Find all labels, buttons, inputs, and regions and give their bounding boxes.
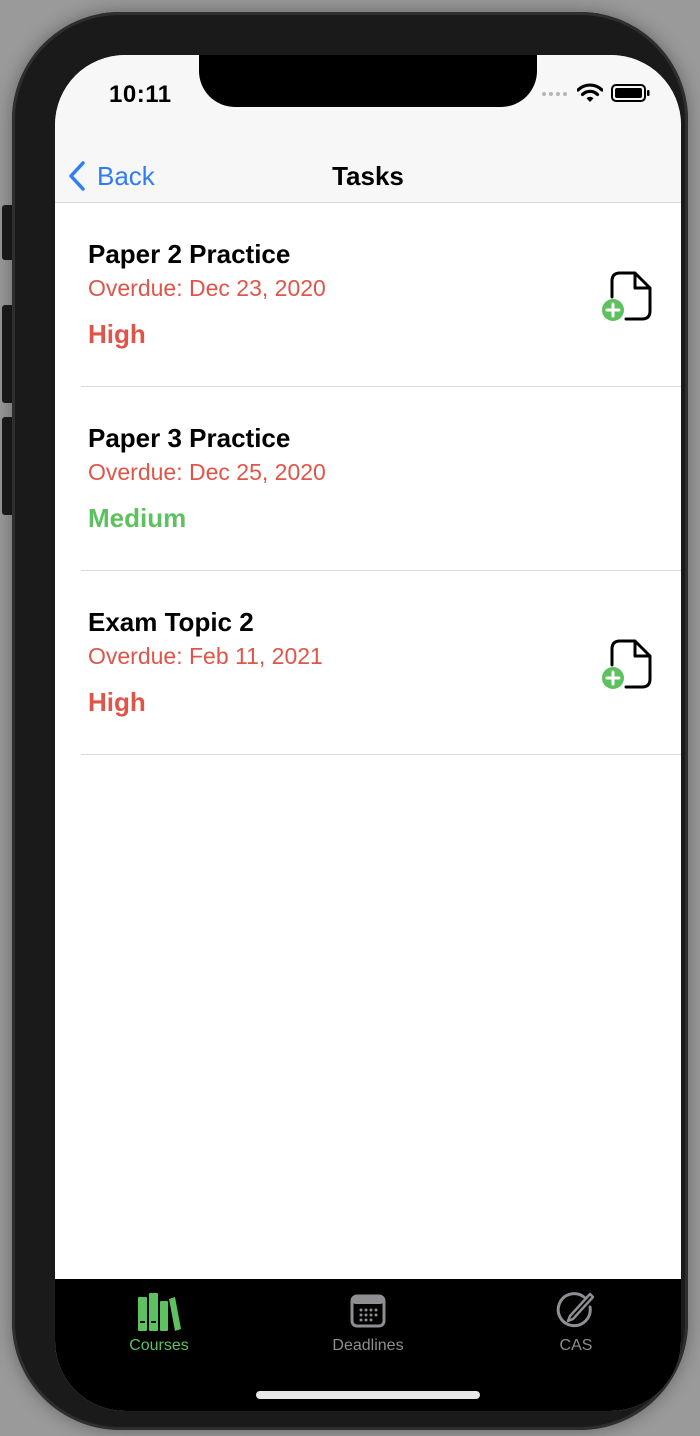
task-priority: High xyxy=(88,687,146,717)
wifi-icon xyxy=(577,83,603,102)
task-title: Paper 2 Practice xyxy=(88,239,291,269)
task-title: Paper 3 Practice xyxy=(88,423,291,453)
calendar-icon xyxy=(350,1294,386,1328)
chevron-left-icon xyxy=(69,161,85,191)
task-due-date: Overdue: Dec 23, 2020 xyxy=(88,275,326,301)
tab-courses[interactable]: Courses xyxy=(84,1291,234,1355)
compass-pen-icon xyxy=(556,1292,595,1328)
status-time: 10:11 xyxy=(109,81,172,108)
phone-frame: 10:11 Tasks Back Paper 2 Practice Overdu… xyxy=(12,12,688,1430)
tab-label: Courses xyxy=(129,1337,189,1354)
status-icons xyxy=(533,83,651,103)
task-row[interactable]: Paper 2 Practice Overdue: Dec 23, 2020 H… xyxy=(55,203,681,387)
back-button[interactable]: Back xyxy=(67,150,155,202)
back-button-label: Back xyxy=(97,160,155,191)
task-priority: High xyxy=(88,319,146,349)
tab-label: Deadlines xyxy=(332,1337,404,1354)
tab-bar: Courses Deadlines CAS xyxy=(55,1279,681,1411)
tab-deadlines[interactable]: Deadlines xyxy=(293,1291,443,1355)
screen: 10:11 Tasks Back Paper 2 Practice Overdu… xyxy=(55,55,681,1411)
navigation-bar: Tasks Back xyxy=(55,150,681,203)
add-document-icon[interactable] xyxy=(595,267,655,327)
cellular-signal-icon xyxy=(542,92,567,96)
task-priority: Medium xyxy=(88,503,187,533)
books-icon xyxy=(138,1293,181,1331)
task-due-date: Overdue: Feb 11, 2021 xyxy=(88,643,323,669)
task-row[interactable]: Paper 3 Practice Overdue: Dec 25, 2020 M… xyxy=(55,387,681,571)
battery-icon xyxy=(611,84,650,102)
task-row[interactable]: Exam Topic 2 Overdue: Feb 11, 2021 High xyxy=(55,571,681,755)
task-due-date: Overdue: Dec 25, 2020 xyxy=(88,459,326,485)
tab-cas[interactable]: CAS xyxy=(501,1291,651,1355)
task-list: Paper 2 Practice Overdue: Dec 23, 2020 H… xyxy=(55,203,681,755)
status-bar: 10:11 xyxy=(55,55,681,150)
tab-label: CAS xyxy=(559,1337,593,1354)
add-document-icon[interactable] xyxy=(595,635,655,695)
home-indicator[interactable] xyxy=(256,1391,480,1399)
task-title: Exam Topic 2 xyxy=(88,607,254,637)
notch xyxy=(199,55,537,107)
